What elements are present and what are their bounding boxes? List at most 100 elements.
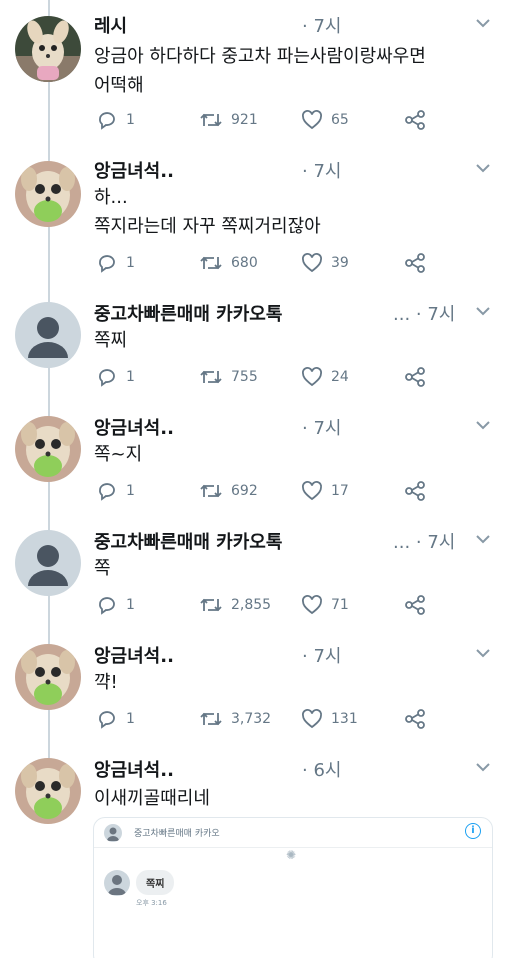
reply-button[interactable]: 1: [96, 708, 135, 730]
timestamp[interactable]: · 7시: [302, 414, 341, 440]
reply-button[interactable]: 1: [96, 109, 135, 131]
reply-icon: [99, 483, 115, 501]
retweet-icon: [200, 598, 222, 612]
like-count: 24: [331, 369, 349, 385]
reply-count: 1: [126, 597, 135, 613]
heart-icon: [302, 253, 322, 273]
heart-icon: [302, 595, 322, 615]
tweet[interactable]: 레시 · 7시 앙금아 하다하다 중고차 파는사람이랑싸우면 어떡해 1 921…: [0, 12, 507, 147]
share-button[interactable]: [404, 366, 426, 388]
chevron-down-icon[interactable]: [474, 644, 492, 662]
avatar[interactable]: [15, 161, 81, 227]
share-button[interactable]: [404, 109, 426, 131]
share-button[interactable]: [404, 708, 426, 730]
display-name[interactable]: 앙금녀석..: [94, 414, 174, 440]
embed-title: 중고차빠른매매 카카오: [134, 829, 220, 839]
tweet[interactable]: 중고차빠른매매 카카오톡 ... · 7시 쪽 1 2,855 71: [0, 528, 507, 628]
retweet-icon: [200, 484, 222, 498]
chevron-down-icon[interactable]: [474, 416, 492, 434]
like-button[interactable]: 131: [301, 708, 358, 730]
like-count: 131: [331, 711, 358, 727]
timestamp[interactable]: · 6시: [302, 756, 341, 782]
timestamp[interactable]: ... · 7시: [393, 300, 455, 326]
tweet-text: 쪽: [94, 554, 111, 583]
like-button[interactable]: 71: [301, 594, 349, 616]
retweet-icon: [200, 370, 222, 384]
reply-icon: [99, 711, 115, 729]
share-button[interactable]: [404, 480, 426, 502]
like-button[interactable]: 24: [301, 366, 349, 388]
heart-icon: [302, 110, 322, 130]
avatar[interactable]: [15, 644, 81, 710]
chat-timestamp: 오후 3:16: [136, 899, 167, 907]
tweet[interactable]: 중고차빠른매매 카카오톡 ... · 7시 쪽찌 1 755 24: [0, 300, 507, 400]
info-icon[interactable]: i: [465, 823, 481, 839]
attached-image[interactable]: 중고차빠른매매 카카오 i ✺ 쪽찌 오후 3:16: [93, 817, 493, 958]
tweet-text-line: 쪽: [94, 558, 111, 579]
reply-icon: [99, 369, 115, 387]
timestamp[interactable]: · 7시: [302, 157, 341, 183]
display-name[interactable]: 앙금녀석..: [94, 642, 174, 668]
retweet-icon: [200, 712, 222, 726]
tweet-actions: 1 680 39: [96, 252, 496, 274]
share-button[interactable]: [404, 594, 426, 616]
chevron-down-icon[interactable]: [474, 758, 492, 776]
like-button[interactable]: 17: [301, 480, 349, 502]
avatar[interactable]: [15, 416, 81, 482]
chevron-down-icon[interactable]: [474, 159, 492, 177]
like-button[interactable]: 39: [301, 252, 349, 274]
chevron-down-icon[interactable]: [474, 302, 492, 320]
tweet-actions: 1 692 17: [96, 480, 496, 502]
retweet-button[interactable]: 680: [199, 252, 258, 274]
chevron-down-icon[interactable]: [474, 14, 492, 32]
retweet-button[interactable]: 921: [199, 109, 258, 131]
share-icon: [405, 709, 425, 729]
avatar: [104, 824, 122, 842]
reply-count: 1: [126, 112, 135, 128]
reply-icon: [99, 255, 115, 273]
reply-button[interactable]: 1: [96, 366, 135, 388]
retweet-button[interactable]: 3,732: [199, 708, 271, 730]
timestamp[interactable]: · 7시: [302, 12, 341, 38]
reply-button[interactable]: 1: [96, 594, 135, 616]
tweet[interactable]: 앙금녀석.. · 7시 하... 쪽지라는데 자꾸 쪽찌거리잖아 1 680 3…: [0, 157, 507, 292]
avatar[interactable]: [15, 302, 81, 368]
tweet[interactable]: 앙금녀석.. · 7시 꺅! 1 3,732 131: [0, 642, 507, 742]
tweet[interactable]: 앙금녀석.. · 7시 쪽~지 1 692 17: [0, 414, 507, 514]
avatar[interactable]: [15, 758, 81, 824]
tweet-text-line: 쪽찌: [94, 330, 128, 351]
tweet-text: 앙금아 하다하다 중고차 파는사람이랑싸우면 어떡해: [94, 42, 426, 100]
retweet-button[interactable]: 755: [199, 366, 258, 388]
retweet-count: 680: [231, 255, 258, 271]
retweet-count: 692: [231, 483, 258, 499]
retweet-button[interactable]: 2,855: [199, 594, 271, 616]
display-name[interactable]: 앙금녀석..: [94, 756, 174, 782]
chevron-down-icon[interactable]: [474, 530, 492, 548]
reply-button[interactable]: 1: [96, 252, 135, 274]
share-button[interactable]: [404, 252, 426, 274]
retweet-icon: [200, 113, 222, 127]
display-name[interactable]: 앙금녀석..: [94, 157, 174, 183]
tweet-text-line: 하...: [94, 187, 128, 208]
avatar[interactable]: [15, 530, 81, 596]
display-name[interactable]: 중고차빠른매매 카카오톡: [94, 300, 282, 326]
display-name[interactable]: 레시: [94, 12, 127, 38]
retweet-count: 2,855: [231, 597, 272, 613]
reply-icon: [99, 597, 115, 615]
like-button[interactable]: 65: [301, 109, 349, 131]
tweet-actions: 1 755 24: [96, 366, 496, 388]
retweet-button[interactable]: 692: [199, 480, 258, 502]
timestamp[interactable]: · 7시: [302, 642, 341, 668]
tweet-actions: 1 921 65: [96, 109, 496, 131]
like-count: 71: [331, 597, 349, 613]
timestamp[interactable]: ... · 7시: [393, 528, 455, 554]
avatar[interactable]: [15, 16, 81, 82]
display-name[interactable]: 중고차빠른매매 카카오톡: [94, 528, 282, 554]
share-icon: [405, 367, 425, 387]
heart-icon: [302, 481, 322, 501]
tweet-text: 쪽~지: [94, 440, 142, 469]
tweet[interactable]: 앙금녀석.. · 6시 이새끼골때리네: [0, 756, 507, 824]
reply-button[interactable]: 1: [96, 480, 135, 502]
share-icon: [405, 481, 425, 501]
tweet-text-line: 이새끼골때리네: [94, 788, 210, 809]
